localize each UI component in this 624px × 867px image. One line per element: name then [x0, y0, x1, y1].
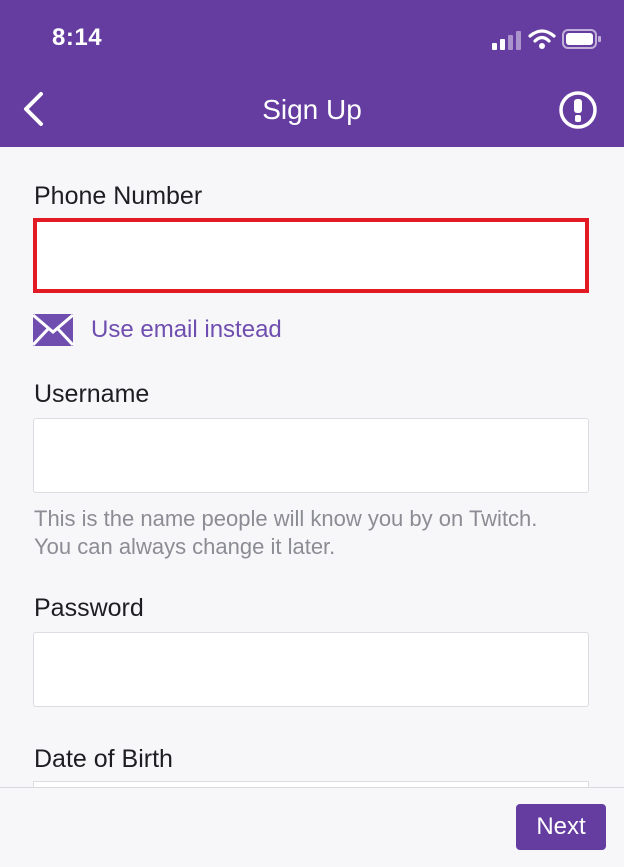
password-label: Password — [34, 594, 144, 622]
username-helper-text: This is the name people will know you by… — [34, 505, 604, 561]
use-email-toggle[interactable]: Use email instead — [31, 312, 282, 348]
page-title: Sign Up — [262, 94, 362, 125]
username-input[interactable] — [33, 418, 589, 493]
info-exclamation-icon — [559, 91, 597, 129]
username-label: Username — [34, 380, 150, 408]
username-helper-line-1: This is the name people will know you by… — [34, 506, 538, 531]
battery-icon — [562, 29, 601, 49]
cellular-signal-icon — [492, 31, 521, 50]
status-icons — [482, 26, 602, 52]
use-email-link[interactable]: Use email instead — [91, 316, 282, 344]
password-input[interactable] — [33, 632, 589, 707]
username-helper-line-2: You can always change it later. — [34, 534, 336, 559]
phone-number-input[interactable] — [33, 218, 589, 293]
info-button[interactable] — [558, 90, 598, 130]
header: 8:14 Sign Up — [0, 0, 624, 147]
next-button[interactable]: Next — [516, 804, 606, 850]
phone-number-label: Phone Number — [34, 182, 203, 210]
mail-icon — [31, 313, 75, 347]
wifi-icon — [528, 29, 556, 49]
status-time: 8:14 — [52, 24, 103, 51]
footer-bar: Next — [0, 787, 624, 867]
date-of-birth-label: Date of Birth — [34, 745, 173, 773]
